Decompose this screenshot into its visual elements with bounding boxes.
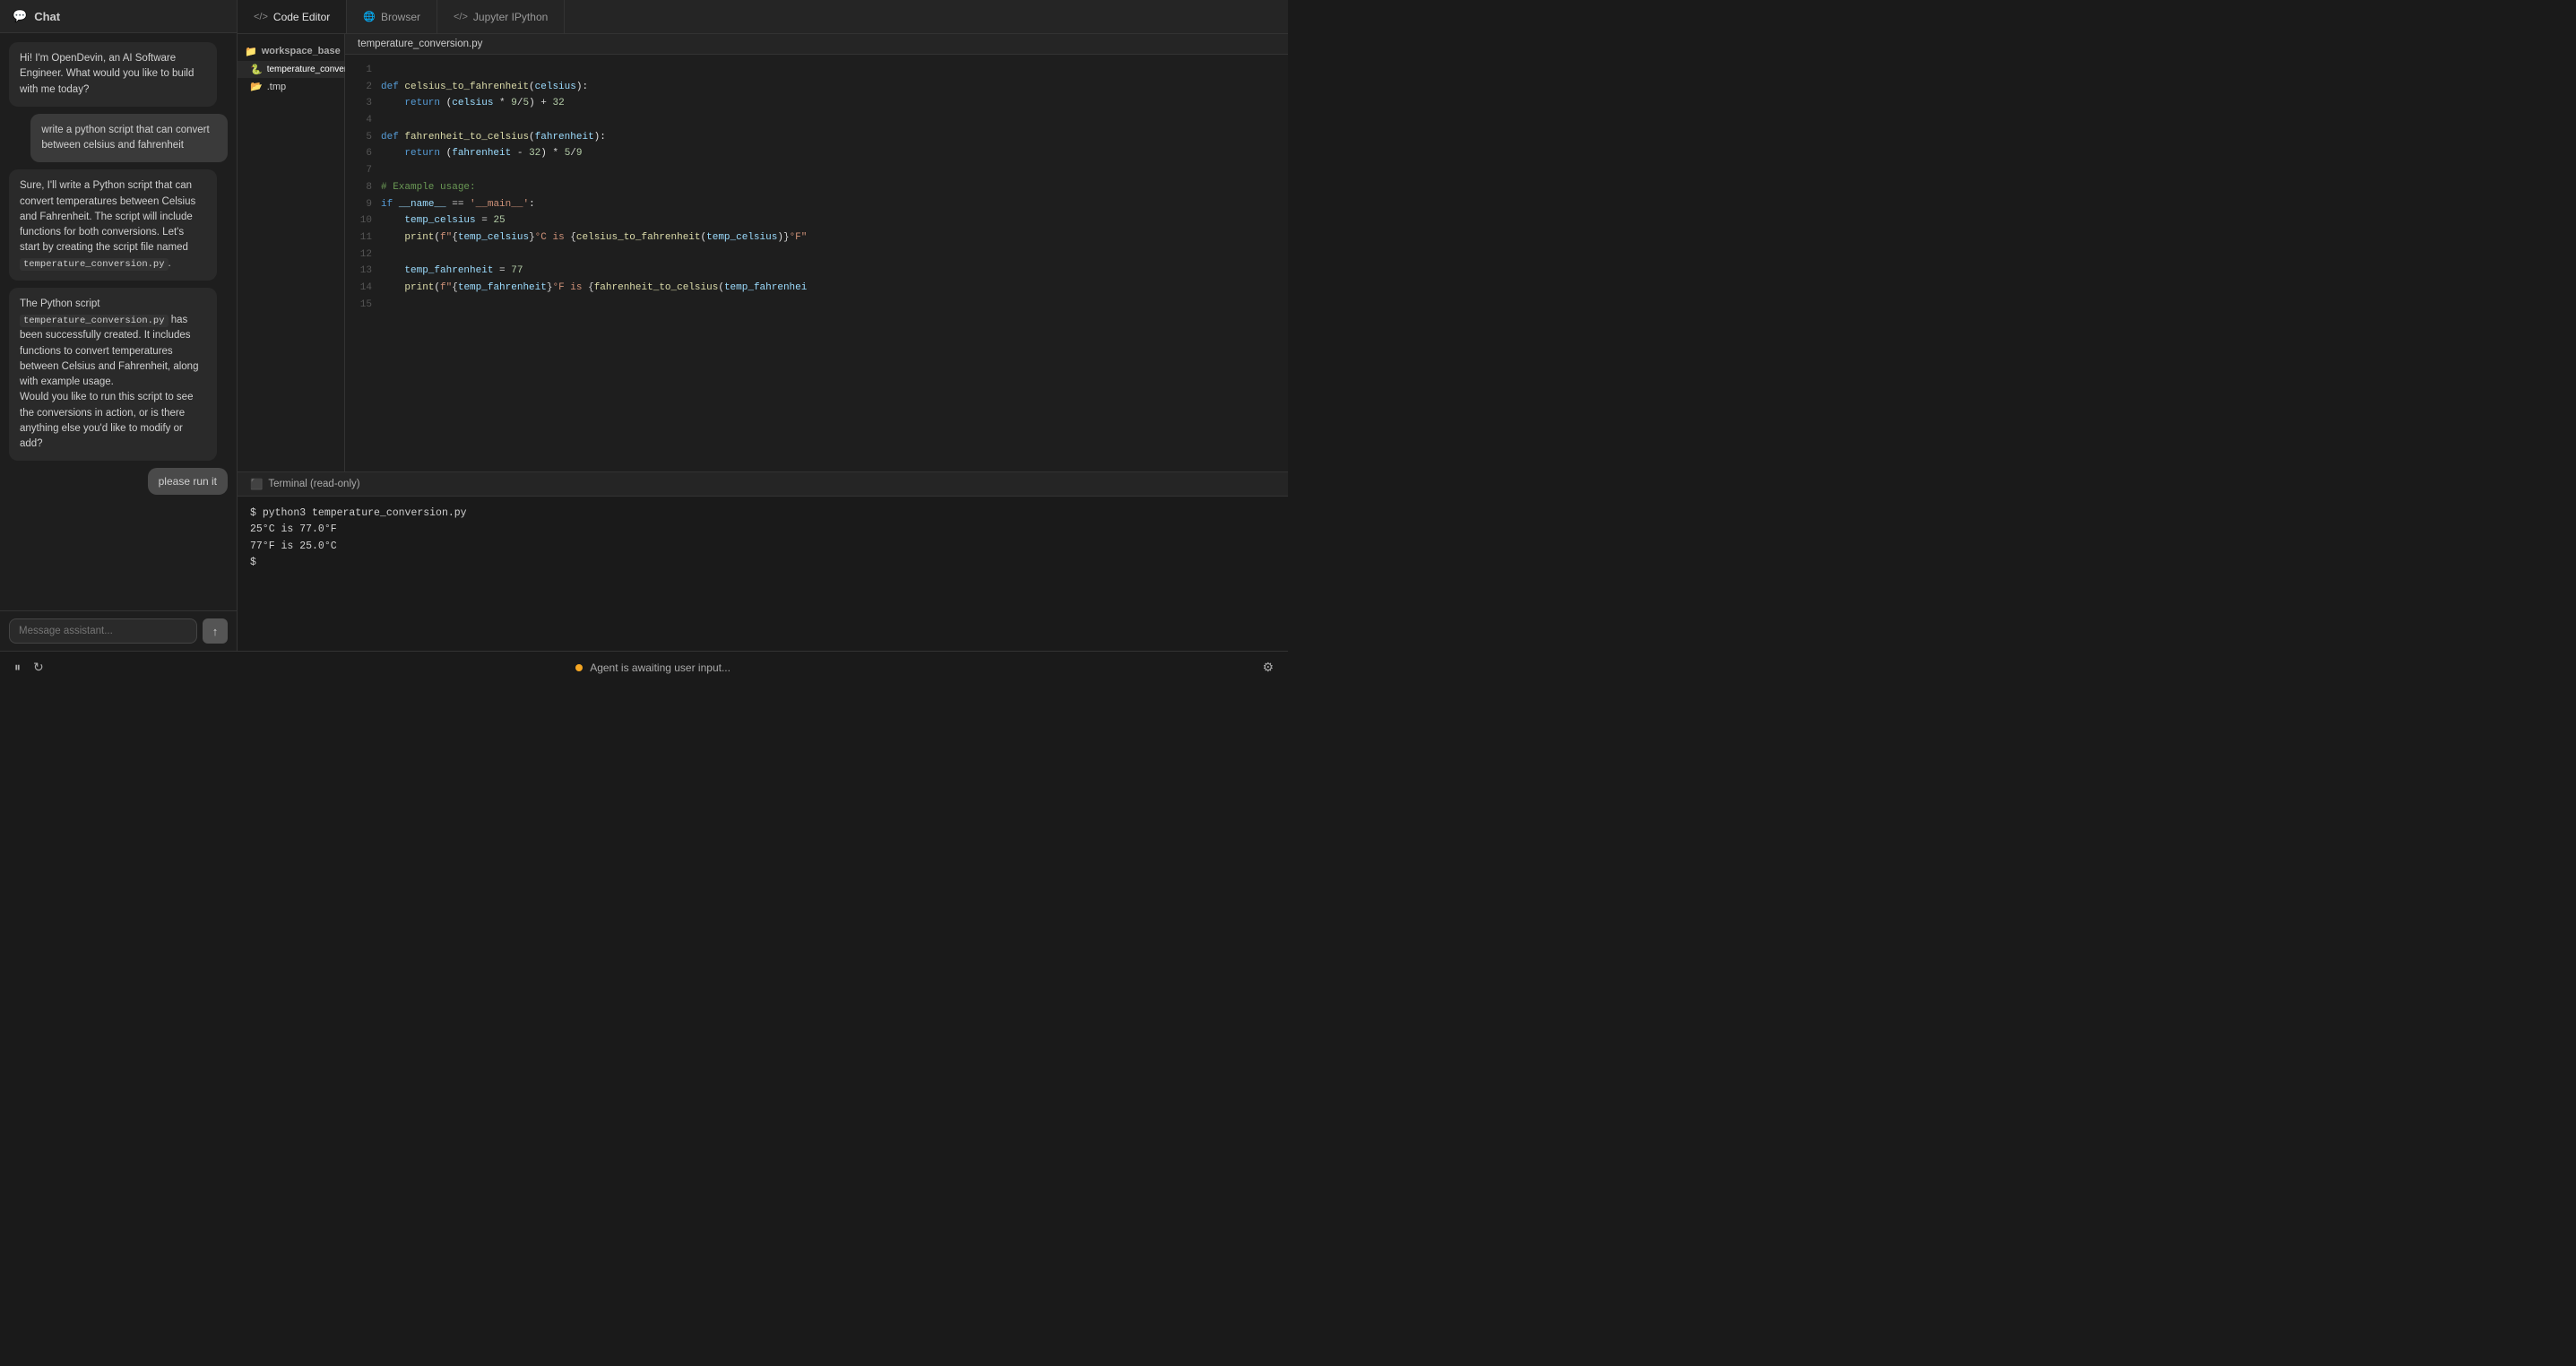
code-line-2: def celsius_to_fahrenheit(celsius):	[381, 79, 1288, 96]
settings-button[interactable]: ⚙	[1260, 658, 1275, 677]
terminal-line-3: 77°F is 25.0°C	[250, 539, 1275, 555]
message-ai-3-text: The Python script temperature_conversion…	[20, 298, 198, 449]
chat-input[interactable]	[9, 618, 197, 644]
workspace-name: workspace_base	[262, 46, 341, 56]
terminal-content: $ python3 temperature_conversion.py 25°C…	[238, 497, 1288, 651]
code-editor-icon: </>	[254, 12, 268, 22]
bottom-right-controls: ⚙	[1260, 658, 1275, 677]
status-dot	[575, 664, 583, 671]
pause-button[interactable]: ⏸	[13, 658, 22, 677]
chat-title: Chat	[34, 10, 60, 23]
message-ai-2: Sure, I'll write a Python script that ca…	[9, 169, 217, 281]
chat-messages: Hi! I'm OpenDevin, an AI Software Engine…	[0, 33, 237, 610]
jupyter-icon: </>	[454, 12, 468, 22]
terminal-header: ⬛ Terminal (read-only)	[238, 472, 1288, 497]
code-line-6: return (fahrenheit - 32) * 5/9	[381, 145, 1288, 162]
pause-icon: ⏸	[14, 660, 21, 675]
right-panel: </> Code Editor 🌐 Browser </> Jupyter IP…	[238, 0, 1288, 651]
tab-browser[interactable]: 🌐 Browser	[347, 0, 437, 33]
settings-icon: ⚙	[1262, 660, 1274, 675]
code-line-14: print(f"{temp_fahrenheit}°F is {fahrenhe…	[381, 280, 1288, 297]
code-line-9: if __name__ == '__main__':	[381, 196, 1288, 213]
tab-jupyter-label: Jupyter IPython	[473, 11, 548, 23]
message-ai-2-text: Sure, I'll write a Python script that ca…	[20, 180, 195, 268]
chat-icon: 💬	[13, 9, 27, 23]
message-user-2: please run it	[148, 468, 228, 495]
send-button[interactable]: ↑	[203, 618, 228, 644]
folder-name-tmp: .tmp	[267, 82, 286, 92]
folder-icon-tmp: 📂	[250, 81, 263, 92]
bottom-left-controls: ⏸ ↻	[13, 658, 46, 677]
terminal-line-2: 25°C is 77.0°F	[250, 522, 1275, 538]
tab-code-editor[interactable]: </> Code Editor	[238, 0, 347, 33]
file-icon-py: 🐍	[250, 64, 263, 75]
file-tree-header: 📁 workspace_base ↻ ☁ ❮	[238, 41, 344, 61]
code-line-5: def fahrenheit_to_celsius(fahrenheit):	[381, 129, 1288, 146]
bottom-bar: ⏸ ↻ Agent is awaiting user input... ⚙	[0, 651, 1288, 683]
message-user-2-text: please run it	[159, 475, 217, 488]
send-icon: ↑	[212, 625, 219, 638]
code-line-7	[381, 162, 1288, 179]
message-user-1-text: write a python script that can convert b…	[41, 125, 209, 151]
editor-area: 📁 workspace_base ↻ ☁ ❮ 🐍 temperature_con…	[238, 34, 1288, 471]
code-line-8: # Example usage:	[381, 179, 1288, 196]
message-ai-1-text: Hi! I'm OpenDevin, an AI Software Engine…	[20, 53, 194, 95]
code-line-1	[381, 62, 1288, 79]
chat-header: 💬 Chat	[0, 0, 237, 33]
chat-input-area: ↑	[0, 610, 237, 651]
code-lines: 1 2 3 4 5 6 7 8 9 10 11 12 13 14	[345, 55, 1288, 320]
code-line-13: temp_fahrenheit = 77	[381, 263, 1288, 280]
terminal-area: ⬛ Terminal (read-only) $ python3 tempera…	[238, 471, 1288, 651]
code-content: def celsius_to_fahrenheit(celsius): retu…	[381, 55, 1288, 320]
tab-jupyter[interactable]: </> Jupyter IPython	[437, 0, 565, 33]
status-text: Agent is awaiting user input...	[590, 661, 730, 674]
code-editor: temperature_conversion.py 1 2 3 4 5 6 7 …	[345, 34, 1288, 471]
message-ai-1: Hi! I'm OpenDevin, an AI Software Engine…	[9, 42, 217, 107]
terminal-icon: ⬛	[250, 478, 263, 490]
terminal-line-1: $ python3 temperature_conversion.py	[250, 506, 1275, 522]
folder-icon: 📁	[245, 46, 257, 57]
code-line-12	[381, 246, 1288, 264]
file-tree-item-py[interactable]: 🐍 temperature_conversion.py	[238, 61, 344, 78]
tab-code-editor-label: Code Editor	[273, 11, 330, 23]
message-user-1: write a python script that can convert b…	[30, 114, 228, 163]
refresh-button[interactable]: ↻	[31, 658, 46, 677]
line-numbers: 1 2 3 4 5 6 7 8 9 10 11 12 13 14	[345, 55, 381, 320]
code-line-15	[381, 297, 1288, 314]
code-line-4	[381, 112, 1288, 129]
terminal-title: Terminal (read-only)	[268, 479, 359, 489]
code-line-3: return (celsius * 9/5) + 32	[381, 95, 1288, 112]
refresh-icon: ↻	[33, 660, 44, 675]
editor-filename: temperature_conversion.py	[345, 34, 1288, 55]
chat-panel: 💬 Chat Hi! I'm OpenDevin, an AI Software…	[0, 0, 238, 651]
browser-icon: 🌐	[363, 11, 376, 22]
tab-bar: </> Code Editor 🌐 Browser </> Jupyter IP…	[238, 0, 1288, 34]
message-ai-3: The Python script temperature_conversion…	[9, 288, 217, 461]
code-line-11: print(f"{temp_celsius}°C is {celsius_to_…	[381, 229, 1288, 246]
file-tree-folder-tmp[interactable]: 📂 .tmp	[238, 78, 344, 95]
terminal-line-5: $	[250, 555, 1275, 571]
code-line-10: temp_celsius = 25	[381, 212, 1288, 229]
tab-browser-label: Browser	[381, 11, 420, 23]
file-tree: 📁 workspace_base ↻ ☁ ❮ 🐍 temperature_con…	[238, 34, 345, 471]
